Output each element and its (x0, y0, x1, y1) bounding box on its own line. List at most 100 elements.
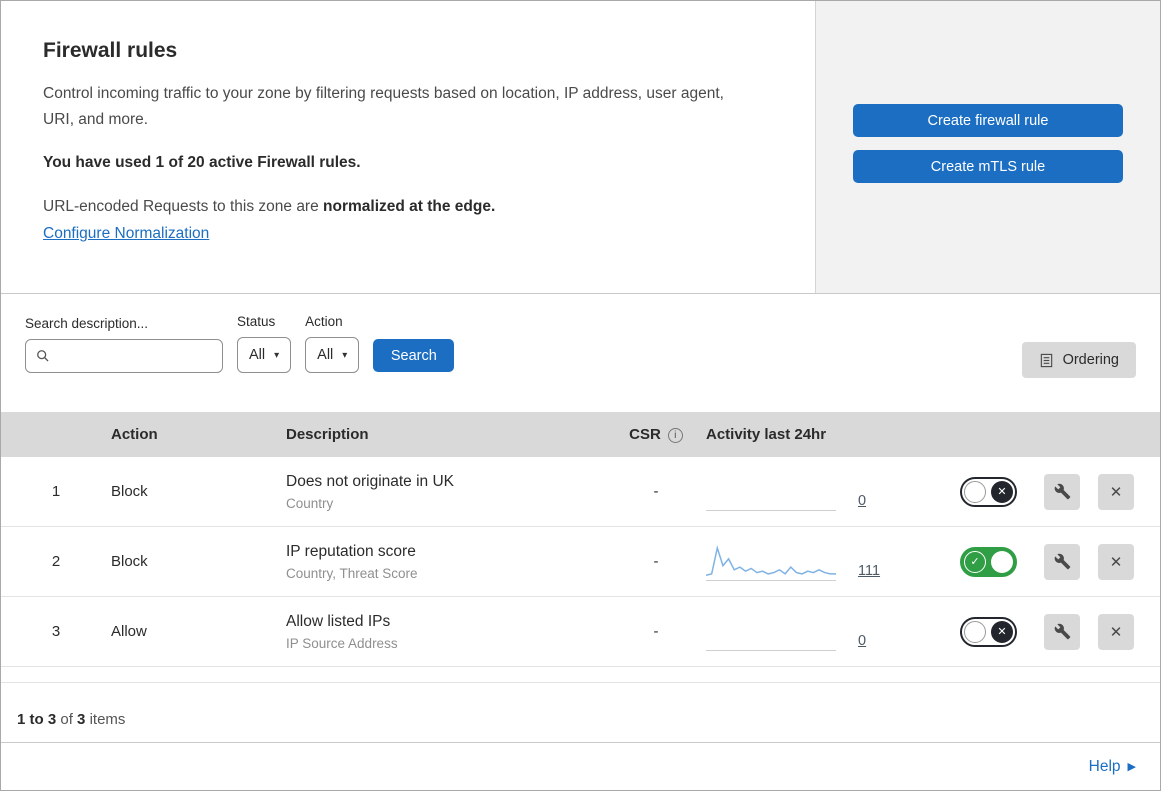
create-firewall-rule-button[interactable]: Create firewall rule (853, 104, 1123, 137)
rule-fields: Country, Threat Score (286, 565, 418, 581)
enable-toggle[interactable] (960, 476, 1017, 507)
delete-rule-button[interactable]: ✕ (1098, 473, 1134, 510)
activity-count-link[interactable]: 0 (858, 632, 866, 651)
help-link[interactable]: Help ▶ (1089, 758, 1136, 776)
ordering-button[interactable]: Ordering (1021, 342, 1136, 378)
rule-priority: 3 (51, 623, 61, 640)
table-row: 3 Allow Allow listed IPs IP Source Addre… (1, 597, 1160, 667)
rule-action: Block (111, 483, 148, 500)
status-filter-group: Status All ▾ (237, 314, 292, 373)
toggle-knob (964, 620, 986, 643)
rule-tools-cell: ✕ (1036, 543, 1160, 580)
edit-rule-button[interactable] (1044, 543, 1080, 580)
status-dropdown-value: All (249, 347, 266, 363)
help-arrow-icon: ▶ (1127, 761, 1136, 773)
chevron-down-icon: ▾ (274, 349, 280, 361)
usage-text: You have used 1 of 20 active Firewall ru… (43, 154, 361, 172)
normalization-prefix: URL-encoded Requests to this zone are (43, 198, 324, 216)
ordering-icon (1039, 353, 1054, 368)
table-bottom-divider (1, 667, 1160, 683)
status-label: Status (237, 314, 276, 329)
activity-count-link[interactable]: 0 (858, 492, 866, 511)
rule-description: IP reputation score (286, 542, 416, 560)
search-icon (36, 349, 50, 363)
wrench-icon (1054, 623, 1071, 640)
search-label: Search description... (25, 316, 149, 331)
toggle-state-icon (991, 620, 1013, 643)
search-group: Search description... (25, 316, 223, 373)
rule-toggle-cell (941, 546, 1036, 577)
rule-tools-cell: ✕ (1036, 613, 1160, 650)
column-activity: Activity last 24hr (706, 426, 827, 443)
rule-fields: Country (286, 495, 334, 511)
table-header: Action Description CSR i Activity last 24… (1, 412, 1160, 457)
item-total: 3 (77, 711, 86, 728)
rule-csr: - (653, 553, 659, 570)
rule-activity-cell: 0 (706, 613, 941, 651)
items-text: items (89, 711, 126, 728)
activity-sparkline (706, 543, 836, 581)
search-input[interactable] (25, 339, 223, 373)
configure-normalization-link[interactable]: Configure Normalization (43, 225, 209, 242)
activity-count-link[interactable]: 111 (858, 562, 880, 581)
search-field[interactable] (57, 347, 212, 365)
close-icon: ✕ (1109, 483, 1123, 501)
header-content: Firewall rules Control incoming traffic … (1, 1, 815, 293)
edit-rule-button[interactable] (1044, 473, 1080, 510)
action-dropdown-value: All (317, 347, 334, 363)
table-row: 2 Block IP reputation score Country, Thr… (1, 527, 1160, 597)
rule-description-cell: Does not originate in UK Country (286, 473, 606, 511)
table-row: 1 Block Does not originate in UK Country… (1, 457, 1160, 527)
rule-action: Block (111, 553, 148, 570)
item-range: 1 to 3 (17, 711, 57, 728)
delete-rule-button[interactable]: ✕ (1098, 613, 1134, 650)
action-dropdown[interactable]: All ▾ (305, 337, 360, 373)
column-action: Action (111, 426, 158, 443)
firewall-rules-page: Firewall rules Control incoming traffic … (0, 0, 1161, 791)
rule-priority: 1 (51, 483, 61, 500)
enable-toggle[interactable] (960, 546, 1017, 577)
close-icon: ✕ (1109, 623, 1123, 641)
create-mtls-rule-button[interactable]: Create mTLS rule (853, 150, 1123, 183)
help-label: Help (1088, 757, 1121, 775)
rule-toggle-cell (941, 616, 1036, 647)
toggle-state-icon (991, 480, 1013, 503)
column-csr: CSR i (606, 426, 706, 443)
search-button[interactable]: Search (373, 339, 455, 372)
of-text: of (60, 711, 73, 728)
rule-toggle-cell (941, 476, 1036, 507)
rule-csr: - (653, 483, 659, 500)
column-description: Description (286, 426, 369, 443)
rule-description-cell: IP reputation score Country, Threat Scor… (286, 543, 606, 581)
rule-csr: - (653, 623, 659, 640)
activity-sparkline (706, 473, 836, 511)
actions-panel: Create firewall rule Create mTLS rule (815, 1, 1160, 293)
pagination-summary: 1 to 3 of 3 items (1, 683, 1160, 728)
action-label: Action (305, 314, 343, 329)
ordering-button-label: Ordering (1062, 352, 1119, 368)
header-card: Firewall rules Control incoming traffic … (1, 1, 1160, 294)
status-dropdown[interactable]: All ▾ (237, 337, 292, 373)
delete-rule-button[interactable]: ✕ (1098, 543, 1134, 580)
rule-description-cell: Allow listed IPs IP Source Address (286, 613, 606, 651)
rule-description: Allow listed IPs (286, 612, 391, 630)
action-filter-group: Action All ▾ (305, 314, 360, 373)
csr-label: CSR (629, 426, 661, 443)
rule-priority: 2 (51, 553, 61, 570)
wrench-icon (1054, 483, 1071, 500)
toggle-knob (964, 480, 986, 503)
rule-activity-cell: 0 (706, 473, 941, 511)
info-icon[interactable]: i (667, 427, 683, 443)
chevron-down-icon: ▾ (342, 349, 348, 361)
toggle-state-icon (964, 550, 986, 573)
help-bar: Help ▶ (1, 742, 1160, 790)
activity-sparkline (706, 613, 836, 651)
edit-rule-button[interactable] (1044, 613, 1080, 650)
rule-fields: IP Source Address (286, 635, 398, 651)
rule-action: Allow (111, 623, 147, 640)
filter-controls: Search description... Status All ▾ Actio… (25, 314, 455, 373)
filter-bar: Search description... Status All ▾ Actio… (1, 294, 1160, 412)
close-icon: ✕ (1109, 553, 1123, 571)
enable-toggle[interactable] (960, 616, 1017, 647)
rule-tools-cell: ✕ (1036, 473, 1160, 510)
